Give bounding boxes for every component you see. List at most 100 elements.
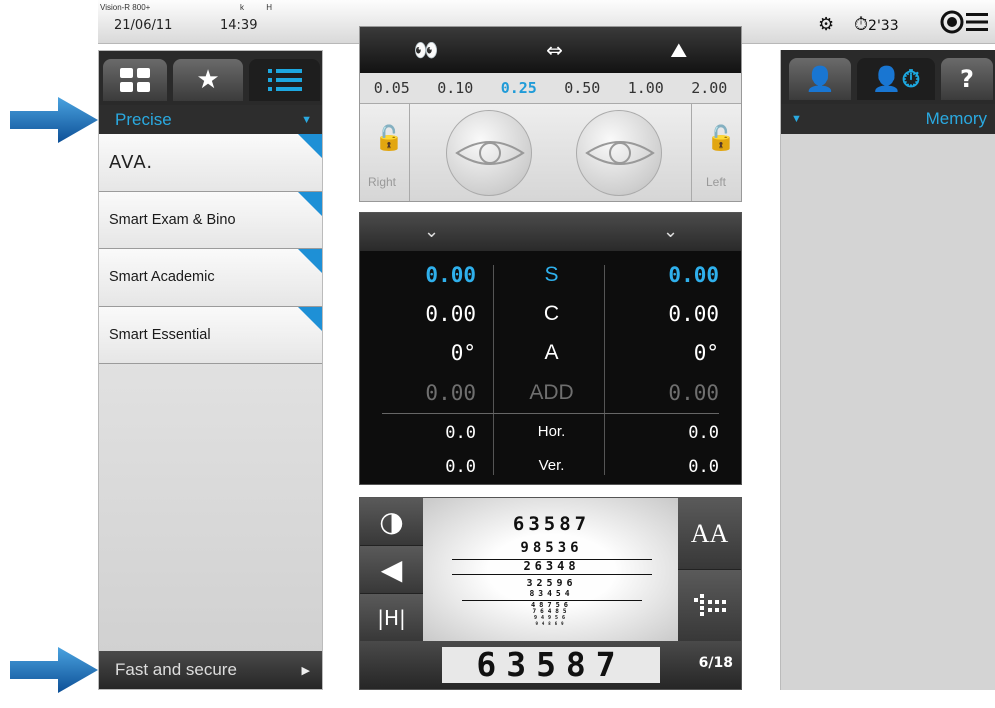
lock-open-icon: 🔓	[706, 124, 736, 152]
acuity-value[interactable]: 0.10	[437, 79, 473, 97]
tab-history[interactable]: 👤⏱	[857, 58, 935, 100]
right-lock-area[interactable]: 🔓 Right	[360, 104, 410, 201]
mode-selector[interactable]: Precise ▼	[99, 105, 322, 134]
memory-label: Memory	[925, 109, 987, 128]
axis-label: A	[544, 341, 559, 364]
memory-panel: 👤 👤⏱ ? ▼ Memory	[780, 50, 995, 690]
pointer-arrow-icon	[10, 97, 98, 143]
refraction-panel: ⌄ ⌄ 0.00 S 0.00 0.00 C 0.00 0° A 0° 0.00…	[359, 212, 742, 485]
font-size-button[interactable]: AA	[678, 498, 741, 570]
contrast-button[interactable]: ◑	[360, 498, 423, 546]
program-label: Smart Academic	[109, 269, 215, 286]
current-optotype[interactable]: 63587	[442, 647, 660, 683]
program-label: Smart Essential	[109, 326, 211, 343]
corner-tag-icon	[298, 306, 322, 331]
grid-icon	[120, 68, 150, 92]
gear-icon[interactable]: ⚙	[818, 14, 834, 35]
left-eye-button[interactable]	[576, 110, 662, 196]
corner-tag-icon	[298, 134, 322, 158]
vertical-prism-row[interactable]: 0.0 Ver. 0.0	[360, 457, 741, 495]
vision-test-toolbar: 👀 ⇔ ⛰	[360, 27, 741, 73]
program-item-ava[interactable]: AVA.	[99, 134, 322, 192]
split-button[interactable]: |H|	[360, 594, 423, 642]
distance-icon[interactable]: ⇔	[546, 38, 563, 62]
optotype-line: 63587	[512, 513, 591, 535]
caret-down-icon: ▼	[301, 113, 312, 126]
chevron-down-icon[interactable]: ⌄	[424, 221, 439, 242]
eye-selector: 🔓 Right 🔓 Left	[360, 104, 741, 201]
acuity-value[interactable]: 0.50	[564, 79, 600, 97]
tab-list[interactable]	[249, 59, 320, 101]
acuity-value[interactable]: 0.05	[374, 79, 410, 97]
triangle-left-icon: ◀	[380, 553, 403, 586]
help-icon: ?	[960, 65, 974, 93]
menu-icon[interactable]	[940, 9, 988, 35]
split-line-icon: |H|	[377, 605, 406, 630]
ver-label: Ver.	[538, 457, 565, 474]
contrast-icon: ◑	[379, 505, 404, 538]
left-ver-value[interactable]: 0.0	[688, 457, 719, 477]
left-add-value[interactable]: 0.00	[668, 381, 719, 405]
fast-secure-button[interactable]: Fast and secure ▶	[99, 651, 322, 689]
caret-down-icon: ▼	[791, 113, 802, 125]
user-history-icon: 👤⏱	[871, 65, 921, 93]
time-display: 14:39	[220, 18, 258, 33]
stopwatch-icon: ⏱	[854, 14, 869, 35]
mode-label: Precise	[115, 109, 172, 129]
program-label: AVA.	[109, 151, 154, 173]
kh-indicator: k H	[240, 3, 272, 12]
axis-row[interactable]: 0° A 0°	[360, 341, 741, 379]
optotype-chart[interactable]: 63587 98536 26348 32596 83454 48756 7648…	[423, 498, 680, 643]
tab-grid[interactable]	[103, 59, 167, 101]
program-item-smart-academic[interactable]: Smart Academic	[99, 249, 322, 307]
acuity-value[interactable]: 2.00	[691, 79, 727, 97]
left-hor-value[interactable]: 0.0	[688, 423, 719, 443]
tab-patient-record[interactable]: 👤	[789, 58, 851, 100]
left-sphere-value[interactable]: 0.00	[668, 263, 719, 287]
sphere-row[interactable]: 0.00 S 0.00	[360, 263, 741, 301]
binocular-icon[interactable]: 👀	[414, 38, 439, 62]
left-cylinder-value[interactable]: 0.00	[668, 302, 719, 326]
right-eye-button[interactable]	[446, 110, 532, 196]
fast-secure-label: Fast and secure	[115, 660, 237, 679]
chart-page-indicator: 6/18	[698, 655, 733, 671]
memory-selector[interactable]: ▼ Memory	[781, 104, 995, 134]
program-item-smart-essential[interactable]: Smart Essential	[99, 306, 322, 364]
dot-grid-icon	[693, 593, 726, 616]
eye-icon	[455, 141, 525, 165]
chart-grid-button[interactable]	[678, 570, 741, 642]
pointer-arrow-icon	[10, 647, 98, 693]
play-icon: ▶	[301, 664, 310, 677]
direction-button[interactable]: ◀	[360, 546, 423, 594]
program-tabs: ★	[99, 51, 322, 105]
near-far-icon[interactable]: ⛰	[670, 38, 687, 62]
refraction-header: ⌄ ⌄	[360, 213, 741, 251]
chart-footer: 63587 6/18	[360, 641, 741, 689]
timer-button[interactable]: ⏱2'33	[854, 14, 899, 35]
left-axis-value[interactable]: 0°	[694, 341, 719, 365]
optotype-line: 26348	[451, 558, 652, 575]
corner-tag-icon	[298, 249, 322, 273]
tab-favorites[interactable]: ★	[173, 59, 243, 101]
horizontal-prism-row[interactable]: 0.0 Hor. 0.0	[360, 423, 741, 461]
timer-value: 2'33	[868, 18, 899, 34]
corner-tag-icon	[298, 191, 322, 216]
right-label: Right	[368, 175, 397, 189]
left-label: Left	[706, 175, 727, 189]
acuity-value[interactable]: 1.00	[628, 79, 664, 97]
left-lock-area[interactable]: 🔓 Left	[691, 104, 741, 201]
chart-tools-left: ◑ ◀ |H|	[360, 498, 423, 643]
optotype-line: 32596	[526, 577, 577, 589]
tab-help[interactable]: ?	[941, 58, 993, 100]
optotype-line: 83454	[529, 589, 574, 599]
vision-panel: 👀 ⇔ ⛰ 0.05 0.10 0.25 0.50 1.00 2.00 🔓 Ri…	[359, 26, 742, 202]
date-display: 21/06/11	[114, 18, 173, 33]
eye-icon	[585, 141, 655, 165]
cylinder-row[interactable]: 0.00 C 0.00	[360, 302, 741, 340]
program-item-smart-exam[interactable]: Smart Exam & Bino	[99, 191, 322, 249]
add-row[interactable]: 0.00 ADD 0.00	[360, 381, 741, 419]
chart-tools-right: AA	[678, 498, 741, 643]
acuity-value-selected[interactable]: 0.25	[501, 79, 537, 97]
patient-record-icon: 👤	[805, 65, 835, 93]
chevron-down-icon[interactable]: ⌄	[663, 221, 678, 242]
